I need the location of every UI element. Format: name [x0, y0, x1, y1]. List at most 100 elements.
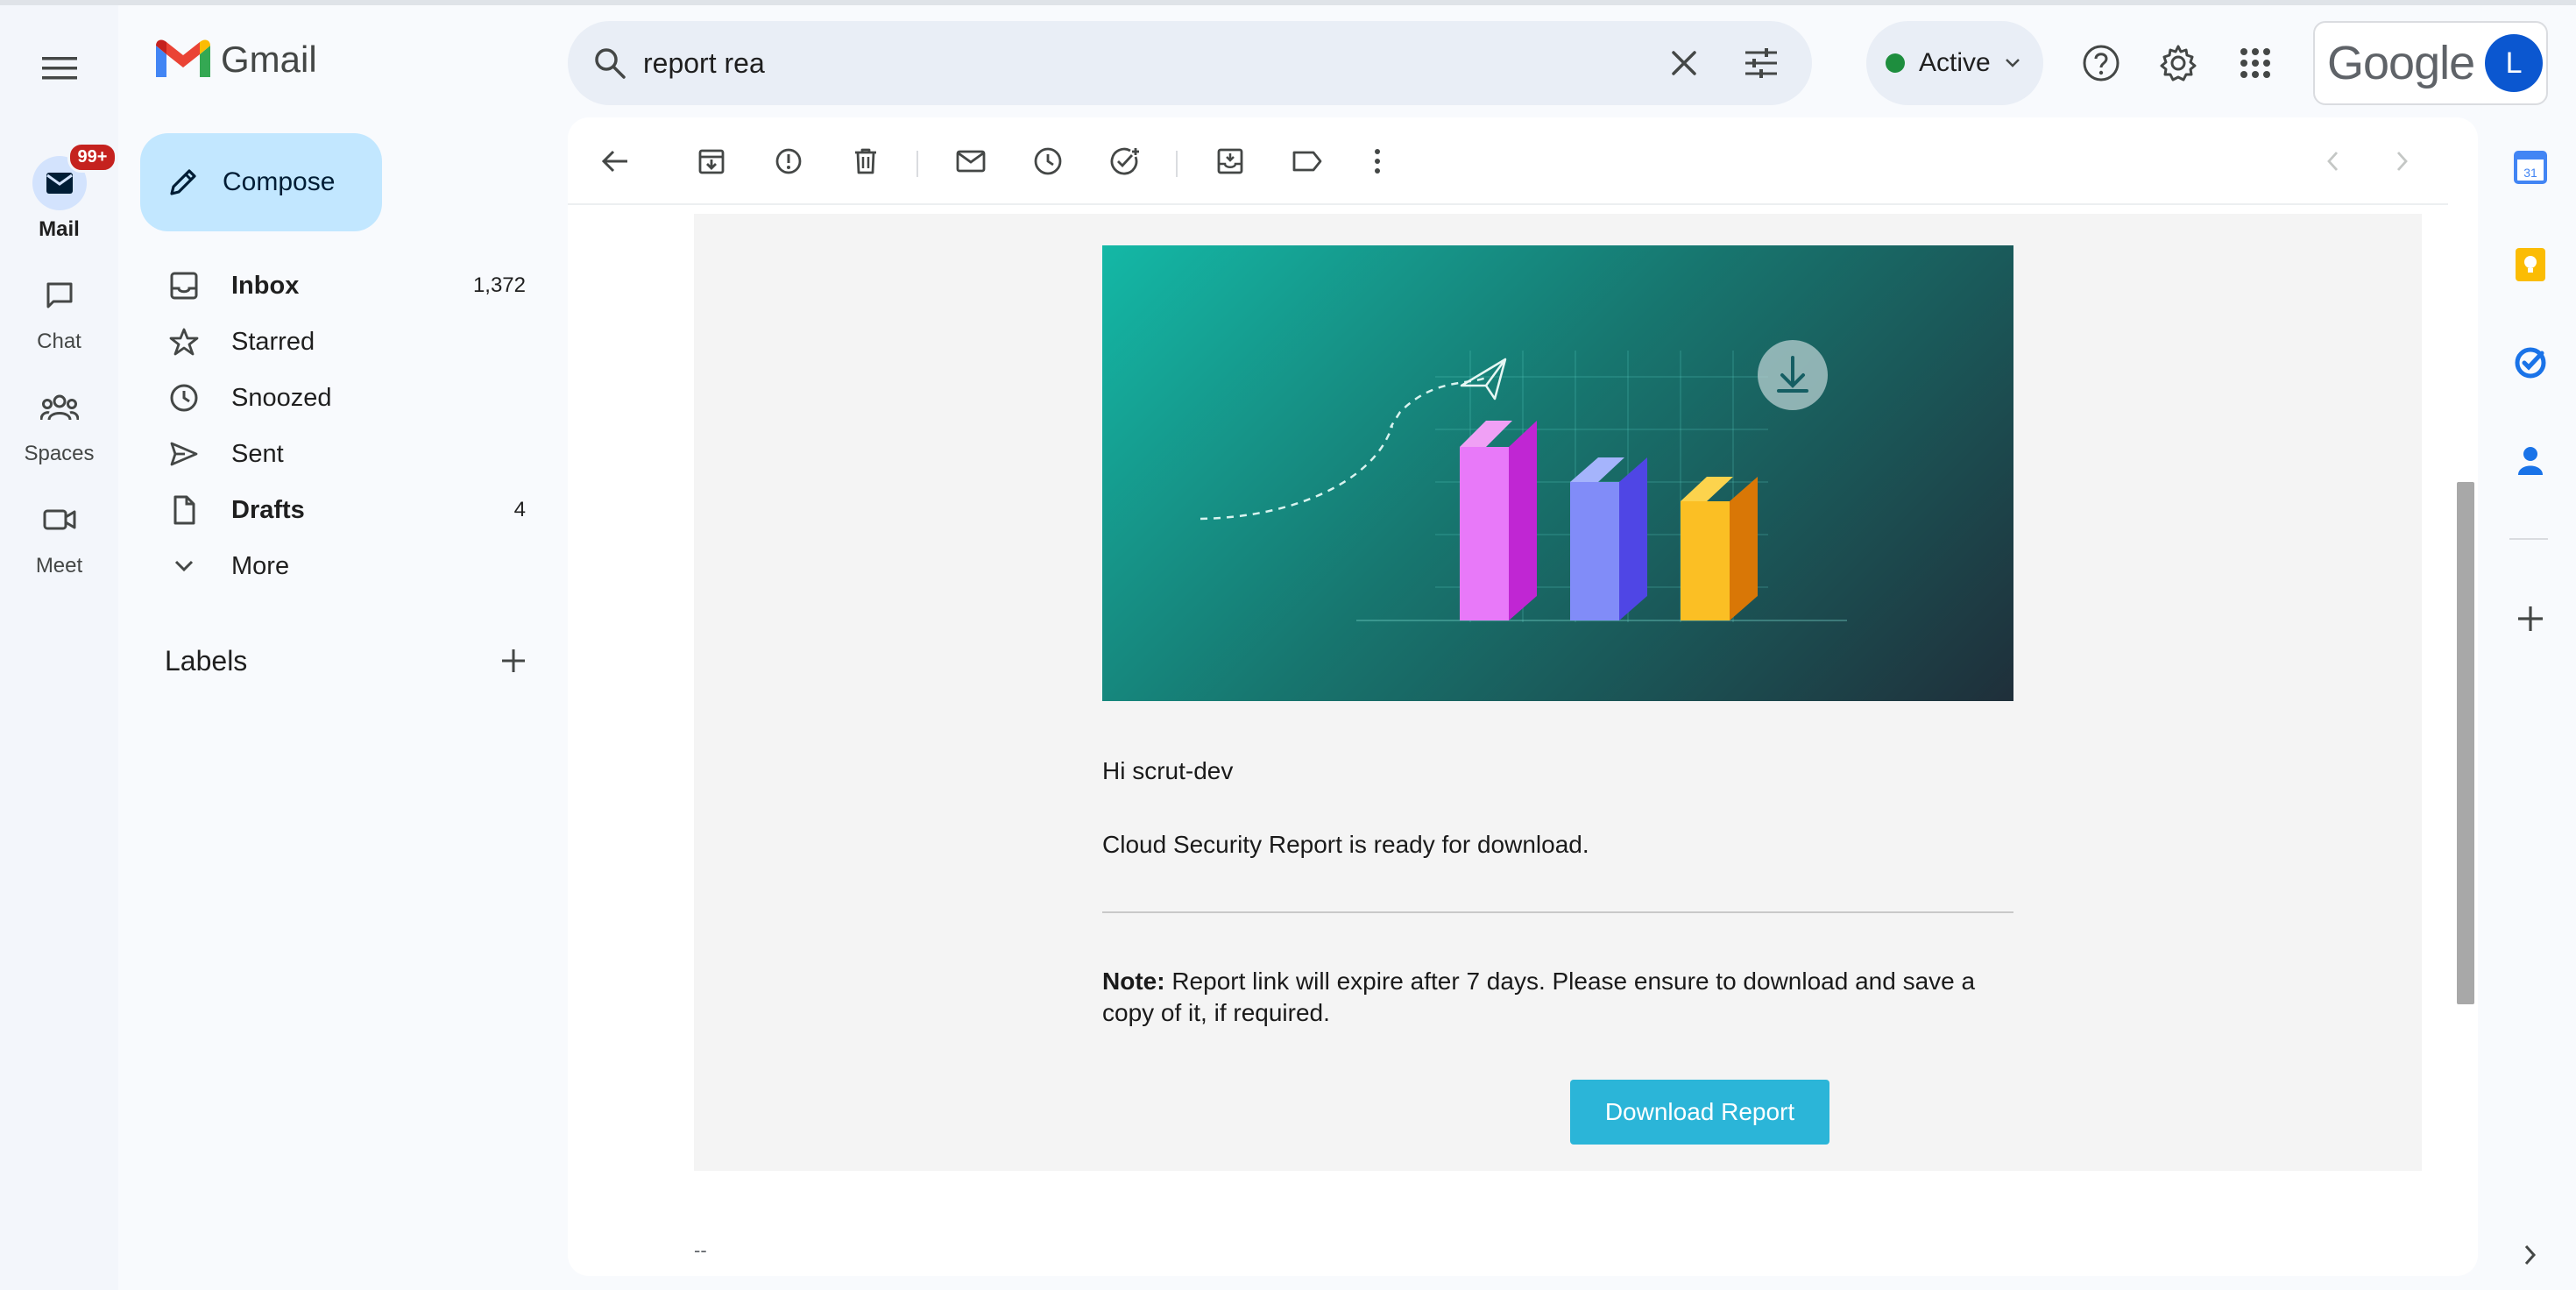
plus-icon — [2518, 606, 2543, 631]
add-to-tasks-button[interactable] — [1104, 140, 1146, 182]
snooze-button[interactable] — [1027, 140, 1069, 182]
show-side-panel-button[interactable] — [2508, 1232, 2553, 1278]
delete-button[interactable] — [845, 140, 887, 182]
toolbar-divider — [1176, 151, 1178, 177]
rail-item-mail[interactable]: 99+ Mail — [0, 142, 118, 242]
spaces-icon — [39, 394, 79, 421]
gmail-logo-icon — [156, 39, 210, 77]
menu-icon — [42, 57, 77, 80]
nav-item-drafts[interactable]: Drafts 4 — [140, 482, 543, 538]
pencil-icon — [170, 169, 196, 195]
compose-label: Compose — [223, 167, 336, 196]
rail-item-label: Spaces — [24, 442, 95, 465]
back-button[interactable] — [594, 140, 636, 182]
apps-button[interactable] — [2231, 39, 2280, 88]
archive-button[interactable] — [690, 140, 732, 182]
tasks-icon — [2515, 347, 2546, 379]
report-spam-button[interactable] — [768, 140, 810, 182]
search-bar[interactable] — [568, 21, 1812, 105]
calendar-button[interactable]: 31 — [2508, 144, 2553, 189]
video-icon — [43, 509, 75, 530]
main-menu-button[interactable] — [39, 47, 81, 89]
email-note: Note: Report link will expire after 7 da… — [1102, 966, 2013, 1029]
keep-icon — [2516, 248, 2545, 281]
top-border — [0, 0, 2576, 5]
mark-unread-button[interactable] — [950, 140, 992, 182]
chevron-down-icon — [2005, 59, 2020, 67]
note-text: Report link will expire after 7 days. Pl… — [1102, 968, 1976, 1026]
search-input[interactable] — [643, 37, 1519, 89]
svg-text:31: 31 — [2523, 166, 2537, 180]
status-dot — [1886, 53, 1905, 73]
keep-button[interactable] — [2508, 242, 2553, 287]
trash-icon — [855, 148, 876, 174]
app-name: Gmail — [221, 39, 317, 80]
side-panel: 31 — [2485, 117, 2576, 1290]
clock-icon — [1034, 147, 1062, 175]
labels-heading: Labels — [165, 645, 248, 677]
status-selector[interactable]: Active — [1866, 21, 2043, 105]
download-report-button[interactable]: Download Report — [1570, 1080, 1829, 1145]
move-to-button[interactable] — [1209, 140, 1251, 182]
add-task-icon — [1110, 147, 1139, 175]
toolbar-divider — [916, 151, 918, 177]
chat-icon — [46, 282, 72, 308]
gear-icon — [2160, 45, 2197, 82]
rail-item-label: Chat — [37, 330, 81, 353]
chevron-down-icon — [166, 549, 202, 584]
side-panel-divider — [2509, 538, 2548, 540]
account-button[interactable]: Google L — [2313, 21, 2548, 105]
rail-item-label: Meet — [35, 554, 83, 578]
older-button[interactable] — [2381, 140, 2424, 182]
clear-search-button[interactable] — [1663, 42, 1705, 84]
chevron-left-icon — [2327, 152, 2339, 171]
mail-icon — [46, 173, 73, 194]
app-rail: 99+ Mail Chat Spaces Meet — [0, 5, 118, 1290]
status-label: Active — [1919, 48, 1991, 77]
nav-item-label: Inbox — [231, 271, 300, 300]
tune-icon — [1745, 48, 1777, 78]
nav-item-starred[interactable]: Starred — [140, 314, 543, 370]
scrollbar-thumb[interactable] — [2457, 482, 2474, 1004]
arrow-left-icon — [601, 150, 627, 173]
email-greeting: Hi scrut-dev — [1102, 757, 1234, 784]
email-content: Hi scrut-dev Cloud Security Report is re… — [694, 214, 2422, 1171]
more-vert-icon — [1375, 149, 1380, 174]
nav-item-sent[interactable]: Sent — [140, 426, 543, 482]
nav-item-snoozed[interactable]: Snoozed — [140, 370, 543, 426]
settings-button[interactable] — [2154, 39, 2203, 88]
newer-button[interactable] — [2311, 140, 2353, 182]
gmail-logo[interactable]: Gmail — [156, 39, 317, 81]
chevron-right-icon — [2396, 152, 2408, 171]
close-icon — [1672, 51, 1696, 75]
nav-item-more[interactable]: More — [140, 538, 543, 594]
compose-button[interactable]: Compose — [140, 133, 382, 231]
search-icon[interactable] — [589, 42, 631, 84]
inbox-icon — [166, 268, 202, 303]
email-divider — [1102, 911, 2013, 913]
tasks-button[interactable] — [2508, 340, 2553, 386]
move-to-icon — [1217, 148, 1243, 174]
create-label-button[interactable] — [492, 640, 534, 682]
contacts-button[interactable] — [2508, 438, 2553, 484]
nav-item-count: 1,372 — [472, 273, 526, 297]
more-options-button[interactable] — [1356, 140, 1398, 182]
rail-item-chat[interactable]: Chat — [0, 268, 118, 354]
note-label: Note: — [1102, 968, 1165, 995]
star-icon — [166, 324, 202, 359]
message-view: Hi scrut-dev Cloud Security Report is re… — [568, 117, 2478, 1276]
rail-item-spaces[interactable]: Spaces — [0, 380, 118, 466]
help-icon — [2083, 45, 2120, 82]
nav-item-label: Snoozed — [231, 383, 332, 412]
calendar-icon: 31 — [2514, 151, 2547, 184]
rail-item-meet[interactable]: Meet — [0, 493, 118, 578]
nav-item-inbox[interactable]: Inbox 1,372 — [140, 258, 543, 314]
search-options-button[interactable] — [1740, 42, 1782, 84]
labels-button[interactable] — [1286, 140, 1328, 182]
help-button[interactable] — [2077, 39, 2126, 88]
nav-item-count: 4 — [513, 498, 526, 521]
email-message: Cloud Security Report is ready for downl… — [1102, 831, 1589, 858]
envelope-icon — [956, 150, 986, 173]
archive-icon — [698, 149, 725, 174]
get-addons-button[interactable] — [2508, 596, 2553, 641]
